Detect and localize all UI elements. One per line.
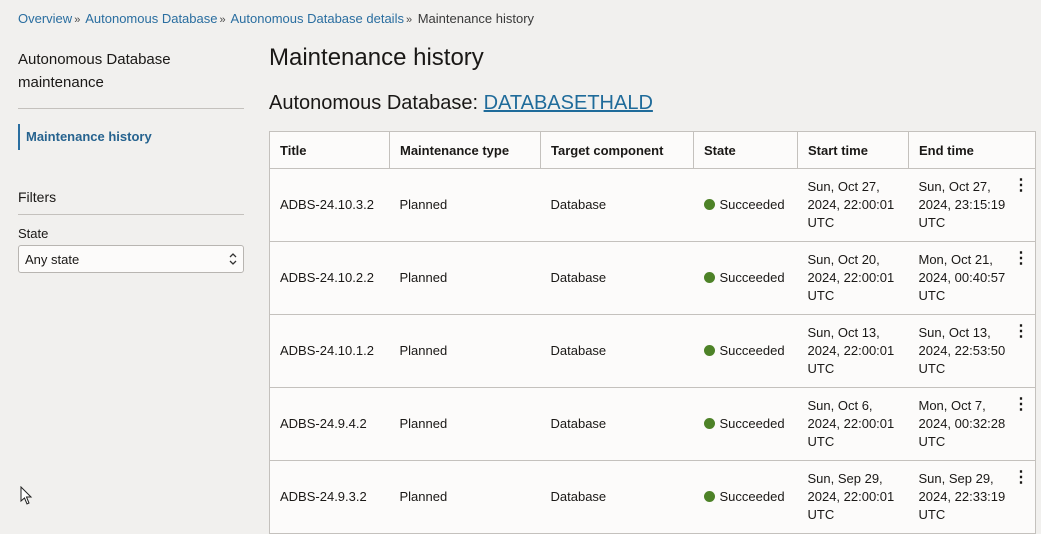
cell-start-time: Sun, Oct 27, 2024, 22:00:01 UTC [797,168,909,242]
cell-target-component: Database [540,241,694,315]
end-time-text: Mon, Oct 21, 2024, 00:40:57 UTC [918,252,1006,303]
cell-title: ADBS-24.9.3.2 [269,460,390,534]
state-filter-label: State [18,226,49,241]
cell-start-time: Sun, Oct 6, 2024, 22:00:01 UTC [797,387,909,461]
cell-state: Succeeded [693,168,798,242]
column-header-start-time[interactable]: Start time [797,131,909,169]
cell-maintenance-type: Planned [389,168,541,242]
filters-heading: Filters [18,189,244,215]
sidebar-item-maintenance-history[interactable]: Maintenance history [18,124,244,150]
cell-end-time: ⋮ Sun, Oct 13, 2024, 22:53:50 UTC [908,314,1036,388]
column-header-title[interactable]: Title [269,131,390,169]
success-status-icon [703,491,715,502]
row-actions-kebab-icon[interactable]: ⋮ [1013,470,1029,486]
cell-maintenance-type: Planned [389,314,541,388]
cell-start-time: Sun, Oct 20, 2024, 22:00:01 UTC [797,241,909,315]
state-text: Succeeded [719,416,785,431]
breadcrumb-separator: » [74,14,81,26]
database-subtitle: Autonomous Database: DATABASETHALD [269,92,653,115]
cell-title: ADBS-24.10.1.2 [269,314,390,388]
cell-state: Succeeded [693,314,798,388]
subtitle-prefix: Autonomous Database: [269,92,479,114]
breadcrumb-database-details[interactable]: Autonomous Database details [231,11,404,26]
column-header-maintenance-type[interactable]: Maintenance type [389,131,541,169]
breadcrumb-autonomous-database[interactable]: Autonomous Database [85,11,217,26]
cell-start-time: Sun, Oct 13, 2024, 22:00:01 UTC [797,314,909,388]
cell-state: Succeeded [693,241,798,315]
success-status-icon [703,199,715,210]
database-name-link[interactable]: DATABASETHALD [484,92,653,114]
cell-state: Succeeded [693,387,798,461]
success-status-icon [703,418,715,429]
breadcrumb-current: Maintenance history [417,11,535,26]
cell-target-component: Database [540,460,694,534]
cell-end-time: ⋮ Sun, Oct 27, 2024, 23:15:19 UTC [908,168,1036,242]
cell-title: ADBS-24.10.3.2 [269,168,390,242]
row-actions-kebab-icon[interactable]: ⋮ [1013,397,1029,413]
cell-maintenance-type: Planned [389,460,541,534]
cell-end-time: ⋮ Mon, Oct 7, 2024, 00:32:28 UTC [908,387,1036,461]
state-text: Succeeded [719,343,785,358]
end-time-text: Mon, Oct 7, 2024, 00:32:28 UTC [918,398,1006,449]
state-text: Succeeded [719,489,785,504]
sidebar-title: Autonomous Database maintenance [18,48,244,109]
row-actions-kebab-icon[interactable]: ⋮ [1013,251,1029,267]
column-header-target-component[interactable]: Target component [540,131,694,169]
table-header-row: Title Maintenance type Target component … [269,131,1036,169]
table-row: ADBS-24.10.3.2 Planned Database Succeeded Su… [269,168,1036,242]
column-header-state[interactable]: State [693,131,798,169]
cell-target-component: Database [540,387,694,461]
cell-title: ADBS-24.10.2.2 [269,241,390,315]
sidebar: Autonomous Database maintenance Maintena… [18,48,244,273]
table-row: ADBS-24.10.1.2 Planned Database Succeeded Su… [269,314,1036,388]
breadcrumb-overview[interactable]: Overview [18,11,72,26]
cell-end-time: ⋮ Sun, Sep 29, 2024, 22:33:19 UTC [908,460,1036,534]
end-time-text: Sun, Oct 13, 2024, 22:53:50 UTC [918,325,1006,376]
table-row: ADBS-24.9.3.2 Planned Database Succeeded Sun… [269,460,1036,534]
breadcrumb: Overview» Autonomous Database» Autonomou… [18,11,534,26]
cell-target-component: Database [540,168,694,242]
page-title: Maintenance history [269,44,484,71]
breadcrumb-separator: » [219,14,226,26]
main-content: Maintenance history Autonomous Database:… [269,44,653,115]
state-text: Succeeded [719,270,785,285]
end-time-text: Sun, Oct 27, 2024, 23:15:19 UTC [918,179,1006,230]
state-filter-value: Any state [25,251,80,267]
row-actions-kebab-icon[interactable]: ⋮ [1013,324,1029,340]
success-status-icon [703,272,715,283]
end-time-text: Sun, Sep 29, 2024, 22:33:19 UTC [918,471,1006,522]
cell-state: Succeeded [693,460,798,534]
table-row: ADBS-24.10.2.2 Planned Database Succeeded Su… [269,241,1036,315]
column-header-end-time[interactable]: End time [908,131,1036,169]
cell-maintenance-type: Planned [389,241,541,315]
success-status-icon [703,345,715,356]
chevron-up-down-icon [229,252,237,266]
state-filter-select[interactable]: Any state [18,245,244,273]
mouse-cursor-icon [20,485,34,511]
breadcrumb-separator: » [405,14,413,26]
cell-title: ADBS-24.9.4.2 [269,387,390,461]
cell-target-component: Database [540,314,694,388]
state-text: Succeeded [719,197,785,212]
row-actions-kebab-icon[interactable]: ⋮ [1013,178,1029,194]
cell-start-time: Sun, Sep 29, 2024, 22:00:01 UTC [797,460,909,534]
maintenance-history-table: Title Maintenance type Target component … [269,131,1036,534]
table-row: ADBS-24.9.4.2 Planned Database Succeeded Sun… [269,387,1036,461]
cell-end-time: ⋮ Mon, Oct 21, 2024, 00:40:57 UTC [908,241,1036,315]
cell-maintenance-type: Planned [389,387,541,461]
